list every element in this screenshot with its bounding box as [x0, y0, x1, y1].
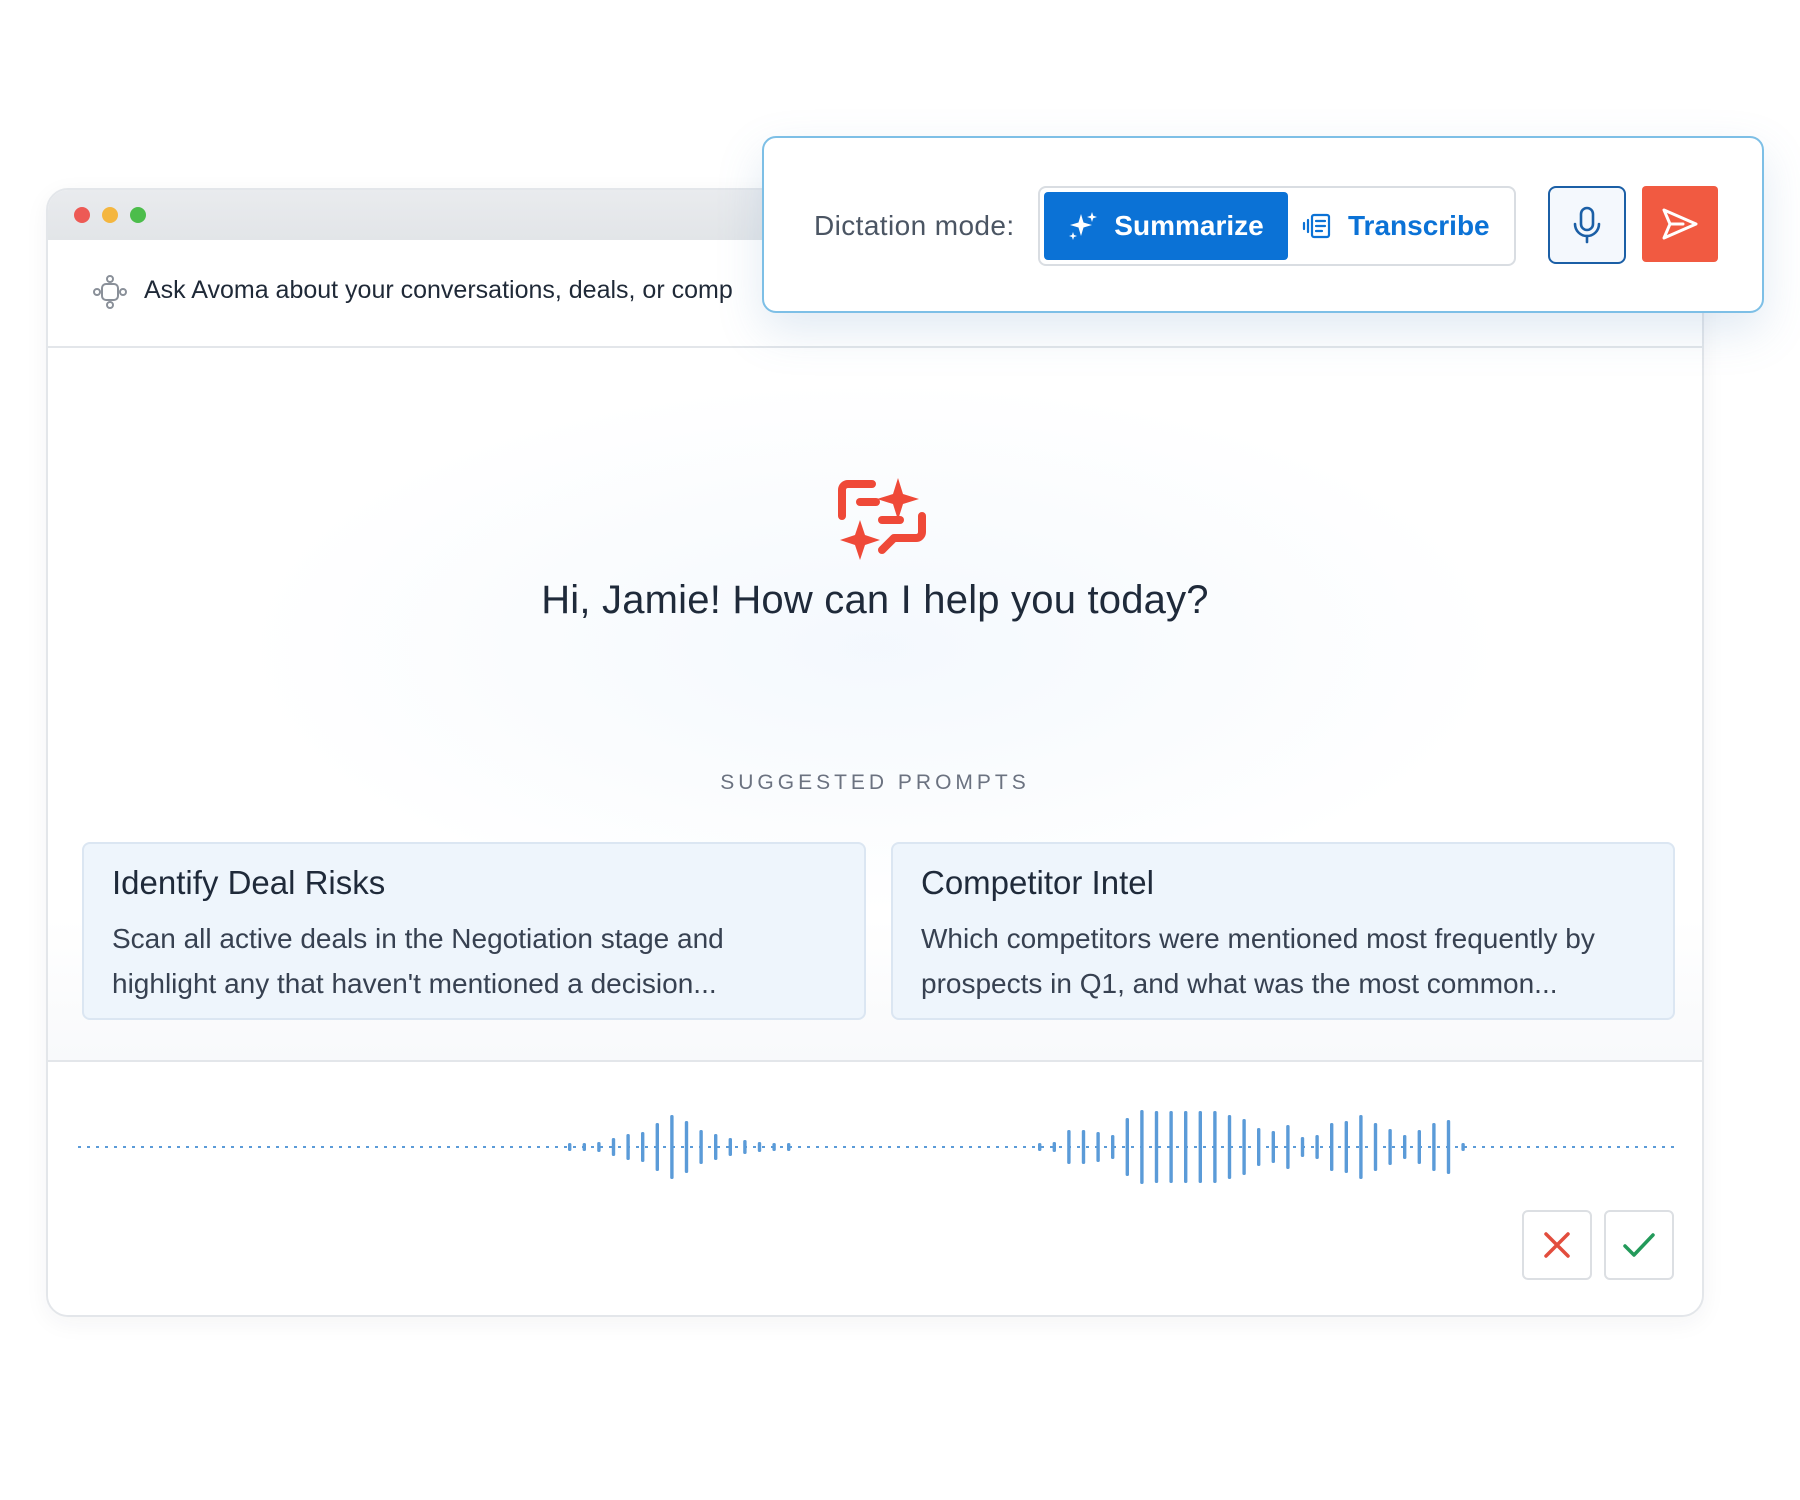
waveform-bar	[1052, 1142, 1056, 1152]
close-icon	[1544, 1232, 1570, 1258]
waveform-bar	[1125, 1118, 1129, 1176]
prompt-card-title: Competitor Intel	[921, 864, 1154, 901]
waveform-bar	[714, 1134, 718, 1160]
send-button[interactable]	[1642, 186, 1718, 262]
waveform-bar	[1286, 1125, 1290, 1169]
waveform-bar	[655, 1123, 659, 1171]
prompt-card-line: highlight any that haven't mentioned a d…	[112, 968, 717, 999]
waveform-bar	[1417, 1130, 1421, 1164]
assistant-bot-icon	[93, 275, 127, 309]
prompt-card-line: prospects in Q1, and what was the most c…	[921, 968, 1558, 999]
waveform-bar	[1154, 1111, 1159, 1183]
prompt-card-body: Scan all active deals in the Negotiation…	[112, 916, 836, 1006]
waveform-bar	[597, 1142, 601, 1152]
waveform-bar	[757, 1142, 762, 1152]
summarize-mode-label: Summarize	[1114, 210, 1264, 241]
dictation-mode-label: Dictation mode:	[814, 210, 1015, 241]
prompt-card-line: Which competitors were mentioned most fr…	[921, 923, 1595, 954]
waveform-bar	[1432, 1123, 1436, 1171]
waveform-bar	[1184, 1111, 1188, 1183]
waveform-bar	[1140, 1110, 1144, 1184]
audio-waveform	[78, 1110, 1674, 1184]
window-maximize-dot[interactable]	[130, 207, 146, 223]
waveform-bar	[699, 1130, 703, 1164]
waveform-bar	[1388, 1129, 1392, 1165]
waveform-bar	[1315, 1135, 1319, 1159]
waveform-bar	[1067, 1130, 1071, 1164]
confirm-dictation-button[interactable]	[1604, 1210, 1674, 1280]
ask-input-placeholder: Ask Avoma about your conversations, deal…	[144, 276, 733, 304]
greeting-heading: Hi, Jamie! How can I help you today?	[541, 578, 1209, 622]
waveform-bar	[611, 1138, 616, 1156]
waveform-bar	[582, 1143, 586, 1151]
prompt-card-line: Scan all active deals in the Negotiation…	[112, 923, 724, 954]
waveform-bar	[787, 1143, 791, 1151]
waveform-bar	[1300, 1137, 1305, 1157]
waveform-bar	[1359, 1115, 1363, 1179]
microphone-button[interactable]	[1548, 186, 1626, 264]
app-window: Ask Avoma about your conversations, deal…	[46, 188, 1704, 1317]
summarize-mode-button[interactable]: Summarize	[1044, 192, 1288, 260]
waveform-bar	[626, 1134, 630, 1160]
prompt-card-body: Which competitors were mentioned most fr…	[921, 916, 1645, 1006]
waveform-bar	[1344, 1121, 1348, 1173]
waveform-bar	[1111, 1135, 1115, 1159]
waveform-bar	[1198, 1111, 1202, 1183]
window-close-dot[interactable]	[74, 207, 90, 223]
checkmark-icon	[1623, 1233, 1655, 1257]
prompt-card-title: Identify Deal Risks	[112, 864, 386, 901]
waveform-bar	[1403, 1135, 1407, 1159]
waveform-bar	[1169, 1111, 1173, 1183]
waveform-bar	[1373, 1123, 1378, 1171]
waveform-bar	[1096, 1132, 1100, 1162]
waveform-bar	[1242, 1119, 1246, 1175]
transcribe-mode-button[interactable]: Transcribe	[1302, 192, 1508, 260]
transcribe-icon	[1302, 213, 1331, 239]
dictation-mode-panel: Dictation mode: Summarize Transcribe	[762, 136, 1764, 313]
waveform-bar	[670, 1115, 674, 1179]
waveform-bar	[1081, 1130, 1086, 1164]
waveform-bar	[728, 1138, 732, 1156]
send-icon	[1662, 208, 1698, 240]
waveform-bar	[684, 1121, 689, 1173]
waveform-bar	[1227, 1115, 1232, 1179]
suggested-prompts-heading: SUGGESTED PROMPTS	[720, 771, 1030, 794]
waveform-bar	[743, 1140, 747, 1154]
waveform-bar	[1271, 1131, 1275, 1163]
waveform-bar	[1257, 1128, 1261, 1166]
avoma-ai-chat-sparkle-icon	[838, 478, 926, 560]
waveform-bar	[1038, 1143, 1042, 1151]
prompt-card-deal-risks[interactable]: Identify Deal Risks Scan all active deal…	[82, 842, 866, 1020]
transcribe-mode-label: Transcribe	[1348, 210, 1490, 241]
microphone-icon	[1573, 206, 1601, 244]
waveform-bar	[641, 1132, 645, 1162]
dictation-recording-area	[48, 1060, 1702, 1315]
waveform-bar	[1446, 1120, 1451, 1174]
window-minimize-dot[interactable]	[102, 207, 118, 223]
sparkles-icon	[1069, 212, 1098, 240]
waveform-bar	[1330, 1123, 1334, 1171]
chat-main-area: Hi, Jamie! How can I help you today? SUG…	[48, 348, 1702, 1060]
cancel-dictation-button[interactable]	[1522, 1210, 1592, 1280]
waveform-bar	[568, 1143, 572, 1151]
prompt-card-competitor-intel[interactable]: Competitor Intel Which competitors were …	[891, 842, 1675, 1020]
waveform-bar	[772, 1143, 776, 1151]
waveform-bar	[1213, 1111, 1217, 1183]
dictation-mode-toggle: Summarize Transcribe	[1038, 186, 1516, 266]
waveform-bar	[1461, 1143, 1465, 1151]
